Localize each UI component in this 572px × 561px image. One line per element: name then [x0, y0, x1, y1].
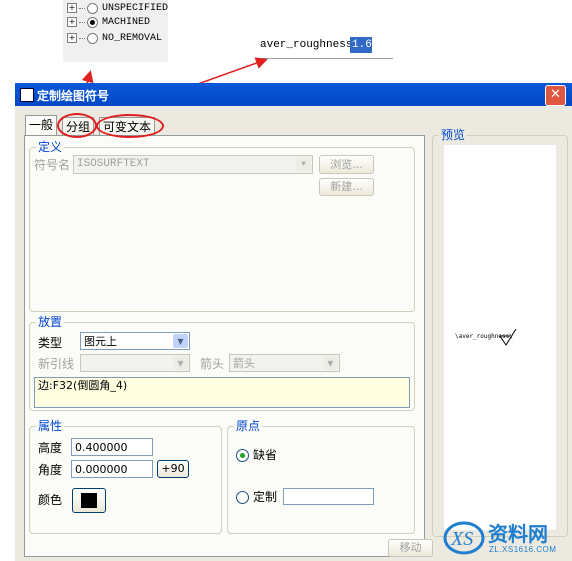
preview-group: 预览 \aver_roughness\	[432, 128, 568, 537]
custom-symbol-dialog: 定制绘图符号 ✕ 一般 分组 可变文本 定义 符号名 ISOSURFTEXT ▼…	[15, 83, 572, 561]
annotation-ring-group-tab	[57, 113, 97, 138]
definition-group: 定义 符号名 ISOSURFTEXT ▼ 浏览... 新建...	[29, 140, 415, 312]
angle-label: 角度	[38, 463, 63, 477]
browse-button: 浏览...	[319, 155, 374, 174]
watermark-brand: 资料网	[488, 522, 548, 546]
definition-legend: 定义	[36, 140, 65, 154]
preview-canvas: \aver_roughness\	[444, 145, 556, 530]
origin-custom-label: 定制	[253, 490, 278, 504]
angle-value: 0.000000	[75, 463, 128, 476]
attributes-group: 属性 高度 0.400000 角度 0.000000 +90 颜色	[29, 419, 222, 534]
annotation-ring-text-tab	[96, 114, 164, 138]
symbol-name-value: ISOSURFTEXT	[77, 158, 150, 170]
chevron-down-icon: ▼	[323, 356, 338, 370]
chevron-down-icon: ▼	[296, 157, 311, 172]
leader-label: 新引线	[38, 357, 75, 371]
reference-field[interactable]: 边:F32(倒圆角_4)	[34, 377, 410, 408]
watermark-logo-icon: XS	[443, 521, 485, 555]
angle-input[interactable]: 0.000000	[71, 460, 153, 478]
surface-finish-symbol-icon	[499, 328, 517, 346]
origin-custom-input[interactable]	[283, 488, 374, 505]
height-input[interactable]: 0.400000	[71, 438, 153, 456]
origin-custom-radio[interactable]	[236, 491, 249, 504]
symbol-name-combo: ISOSURFTEXT ▼	[73, 155, 313, 174]
placement-legend: 放置	[36, 315, 65, 329]
color-swatch	[81, 493, 97, 508]
move-button: 移动	[388, 539, 433, 557]
new-button: 新建...	[319, 178, 374, 196]
type-label: 类型	[38, 336, 63, 350]
arrow-select: 箭头 ▼	[229, 354, 340, 372]
arrow-label: 箭头	[200, 357, 225, 371]
chevron-down-icon: ▼	[173, 356, 188, 370]
color-label: 颜色	[38, 493, 63, 507]
symbol-name-label: 符号名	[34, 158, 71, 172]
title-bar[interactable]: 定制绘图符号 ✕	[15, 83, 572, 106]
origin-legend: 原点	[234, 419, 263, 433]
height-value: 0.400000	[75, 441, 128, 454]
attributes-legend: 属性	[36, 419, 65, 433]
color-button[interactable]	[72, 488, 106, 513]
preview-legend: 预览	[439, 128, 468, 142]
tab-general[interactable]: 一般	[25, 115, 58, 136]
type-select[interactable]: 图元上 ▼	[80, 332, 190, 350]
origin-group: 原点 缺省 定制	[227, 419, 415, 534]
general-tab-panel: 定义 符号名 ISOSURFTEXT ▼ 浏览... 新建... 放置 类型 图…	[24, 135, 425, 557]
placement-group: 放置 类型 图元上 ▼ 新引线 ▼ 箭头 箭头 ▼ 边:F32(倒圆角_4)	[29, 315, 415, 411]
arrow-value: 箭头	[233, 357, 255, 370]
window-icon	[20, 88, 34, 102]
plus90-button[interactable]: +90	[157, 460, 189, 478]
origin-default-radio[interactable]	[236, 449, 249, 462]
height-label: 高度	[38, 441, 63, 455]
watermark: XS 资料网 ZL.XS1616.COM	[442, 516, 572, 561]
chevron-down-icon[interactable]: ▼	[173, 334, 188, 348]
svg-text:XS: XS	[450, 528, 473, 550]
watermark-url: ZL.XS1616.COM	[489, 545, 557, 554]
leader-select: ▼	[80, 354, 190, 372]
reference-text: 边:F32(倒圆角_4)	[38, 379, 128, 392]
type-value: 图元上	[84, 335, 117, 348]
dialog-title: 定制绘图符号	[37, 89, 110, 103]
origin-default-label: 缺省	[253, 448, 278, 462]
close-icon[interactable]: ✕	[545, 85, 566, 106]
